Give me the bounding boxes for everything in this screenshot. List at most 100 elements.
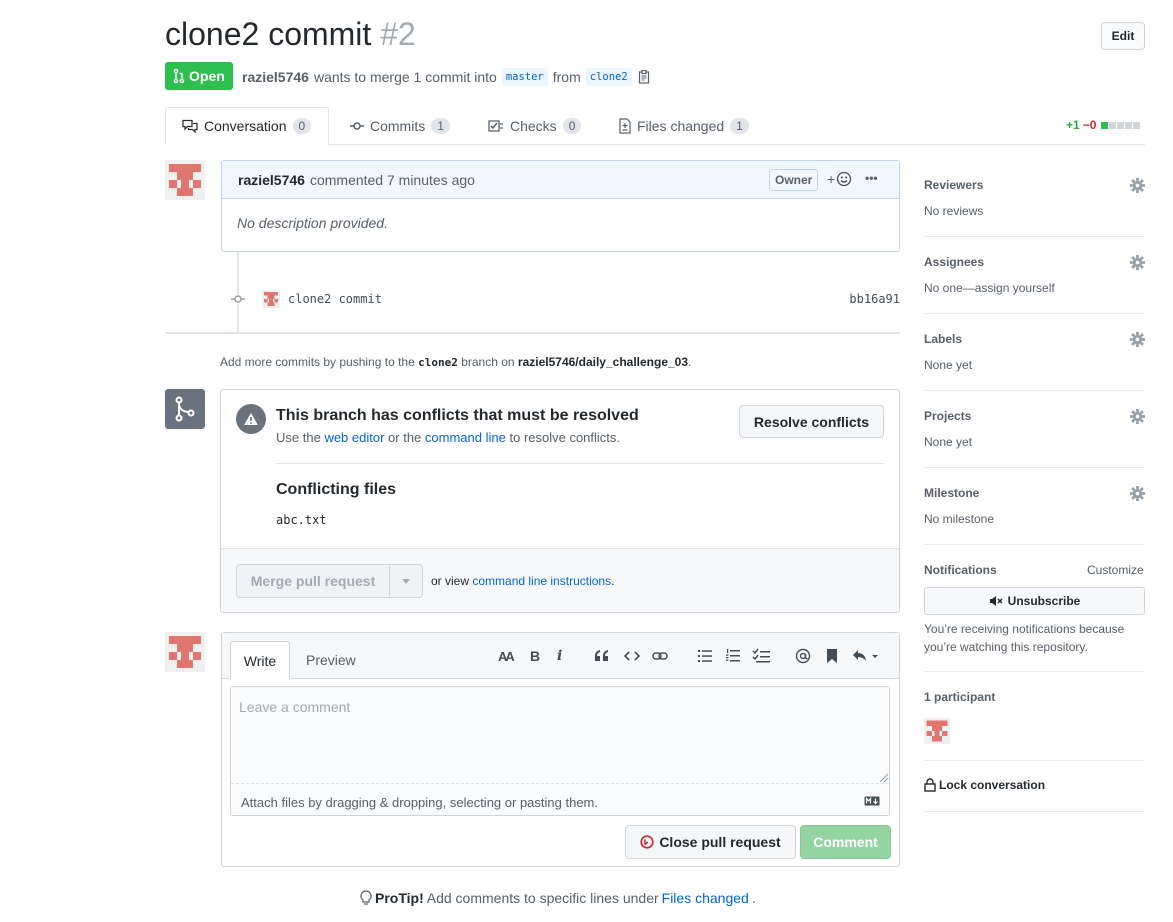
pull-request-icon [173,68,185,84]
tab-preview[interactable]: Preview [306,652,356,668]
comment-textarea[interactable]: Leave a comment [231,687,889,784]
tab-write[interactable]: Write [230,641,290,680]
kebab-icon[interactable]: ••• [865,171,878,185]
participant-avatar[interactable] [924,718,950,744]
protip: ProTip! Add comments to specific lines u… [360,890,756,906]
push-hint: Add more commits by pushing to the clone… [220,355,691,369]
alert-icon [236,404,266,434]
merge-pull-request-button[interactable]: Merge pull request [236,564,390,598]
hint-text: branch on [461,355,515,369]
resize-handle-icon[interactable] [879,773,889,783]
author-avatar[interactable] [165,160,205,200]
labels-heading[interactable]: Labels [924,332,962,346]
tab-commits[interactable]: Commits 1 [334,107,466,145]
merge-status-icon [165,389,205,429]
tab-label: Files changed [637,118,725,134]
projects-heading[interactable]: Projects [924,409,971,423]
owner-badge: Owner [769,169,819,191]
gear-icon[interactable] [1130,409,1145,424]
resolve-conflicts-button[interactable]: Resolve conflicts [739,405,884,438]
tab-conversation[interactable]: Conversation 0 [165,107,329,145]
gear-icon[interactable] [1130,178,1145,193]
current-user-avatar[interactable] [165,632,205,672]
quote-icon[interactable] [594,649,610,663]
state-badge: Open [165,62,233,90]
state-label: Open [189,68,225,84]
sidebar-divider [924,544,1145,545]
pr-author-link[interactable]: raziel5746 [242,69,309,85]
caret-down-icon [402,578,410,584]
link-icon[interactable] [652,649,668,663]
commit-sha[interactable]: bb16a91 [849,292,900,306]
lock-conversation-link[interactable]: Lock conversation [924,778,1045,792]
conflicting-file: abc.txt [276,513,327,527]
web-editor-link[interactable]: web editor [324,430,384,445]
ordered-list-icon[interactable] [726,648,740,663]
bookmark-icon[interactable] [826,648,838,664]
sidebar-divider [924,760,1145,761]
commit-message[interactable]: clone2 commit [288,292,382,306]
comment-header: raziel5746 commented 7 minutes ago Owner… [222,161,899,199]
task-list-icon[interactable] [752,648,770,663]
gear-icon[interactable] [1130,332,1145,347]
assignees-heading[interactable]: Assignees [924,255,984,269]
lock-label: Lock conversation [939,778,1046,792]
comment-body: No description provided. [237,215,388,231]
notification-reason: You’re receiving notifications because y… [924,622,1125,654]
reply-icon[interactable] [852,648,880,664]
tab-counter: 0 [292,118,312,134]
comment-button[interactable]: Comment [800,825,891,859]
sidebar-divider [924,467,1145,468]
customize-link[interactable]: Customize [1087,563,1144,577]
diffstat-removed: −0 [1082,118,1097,132]
markdown-icon[interactable] [864,796,880,806]
edit-button[interactable]: Edit [1101,22,1145,50]
code-icon[interactable] [624,649,640,663]
italic-icon[interactable]: i [557,648,562,664]
conflict-title: This branch has conflicts that must be r… [276,407,639,424]
clipboard-icon[interactable] [637,69,651,85]
add-reaction-button[interactable]: + [827,171,852,187]
command-line-link[interactable]: command line [425,430,506,445]
unsubscribe-button[interactable]: Unsubscribe [924,587,1145,615]
sidebar-divider [924,671,1145,672]
attach-files-hint[interactable]: Attach files by dragging & dropping, sel… [241,795,598,810]
pr-title: clone2 commit [165,16,372,52]
mute-icon [989,596,1003,606]
tab-label: Commits [370,118,426,134]
git-merge-icon [175,396,195,422]
reviewers-heading[interactable]: Reviewers [924,178,983,192]
comment-timestamp[interactable]: commented 7 minutes ago [310,172,475,188]
comment-author[interactable]: raziel5746 [238,172,305,188]
merge-box-divider [276,463,884,464]
tab-checks[interactable]: Checks 0 [472,107,597,145]
commit-icon [230,294,246,304]
mention-icon[interactable] [795,648,811,664]
milestone-heading[interactable]: Milestone [924,486,979,500]
base-branch[interactable]: master [501,68,548,86]
head-branch[interactable]: clone2 [585,68,632,86]
unordered-list-icon[interactable] [698,649,712,663]
merge-method-dropdown[interactable] [389,564,423,598]
assignees-value[interactable]: No one—assign yourself [924,281,1055,295]
gear-icon[interactable] [1130,255,1145,270]
participants-heading: 1 participant [924,690,996,704]
close-pull-request-button[interactable]: Close pull request [625,825,796,859]
sidebar-divider [924,313,1145,314]
command-line-instructions-link[interactable]: command line instructions [472,574,611,588]
files-changed-link[interactable]: Files changed [662,890,749,906]
heading-icon[interactable]: AA [498,648,515,664]
cli-instructions-hint: or view command line instructions. [431,574,614,588]
or-view-text: or view [431,574,470,588]
commit-icon [350,122,364,130]
bold-icon[interactable]: B [530,648,540,664]
gear-icon[interactable] [1130,486,1145,501]
commit-avatar[interactable] [262,290,280,308]
tab-files-changed[interactable]: Files changed 1 [603,107,765,145]
hint-text: Add more commits by pushing to the [220,355,415,369]
merge-text: wants to merge 1 commit into [313,69,497,85]
conflict-desc-text: or the [388,430,422,445]
diffstat-added: +1 [1066,118,1080,132]
tab-label: Conversation [204,118,287,134]
hint-branch: clone2 [418,356,458,369]
